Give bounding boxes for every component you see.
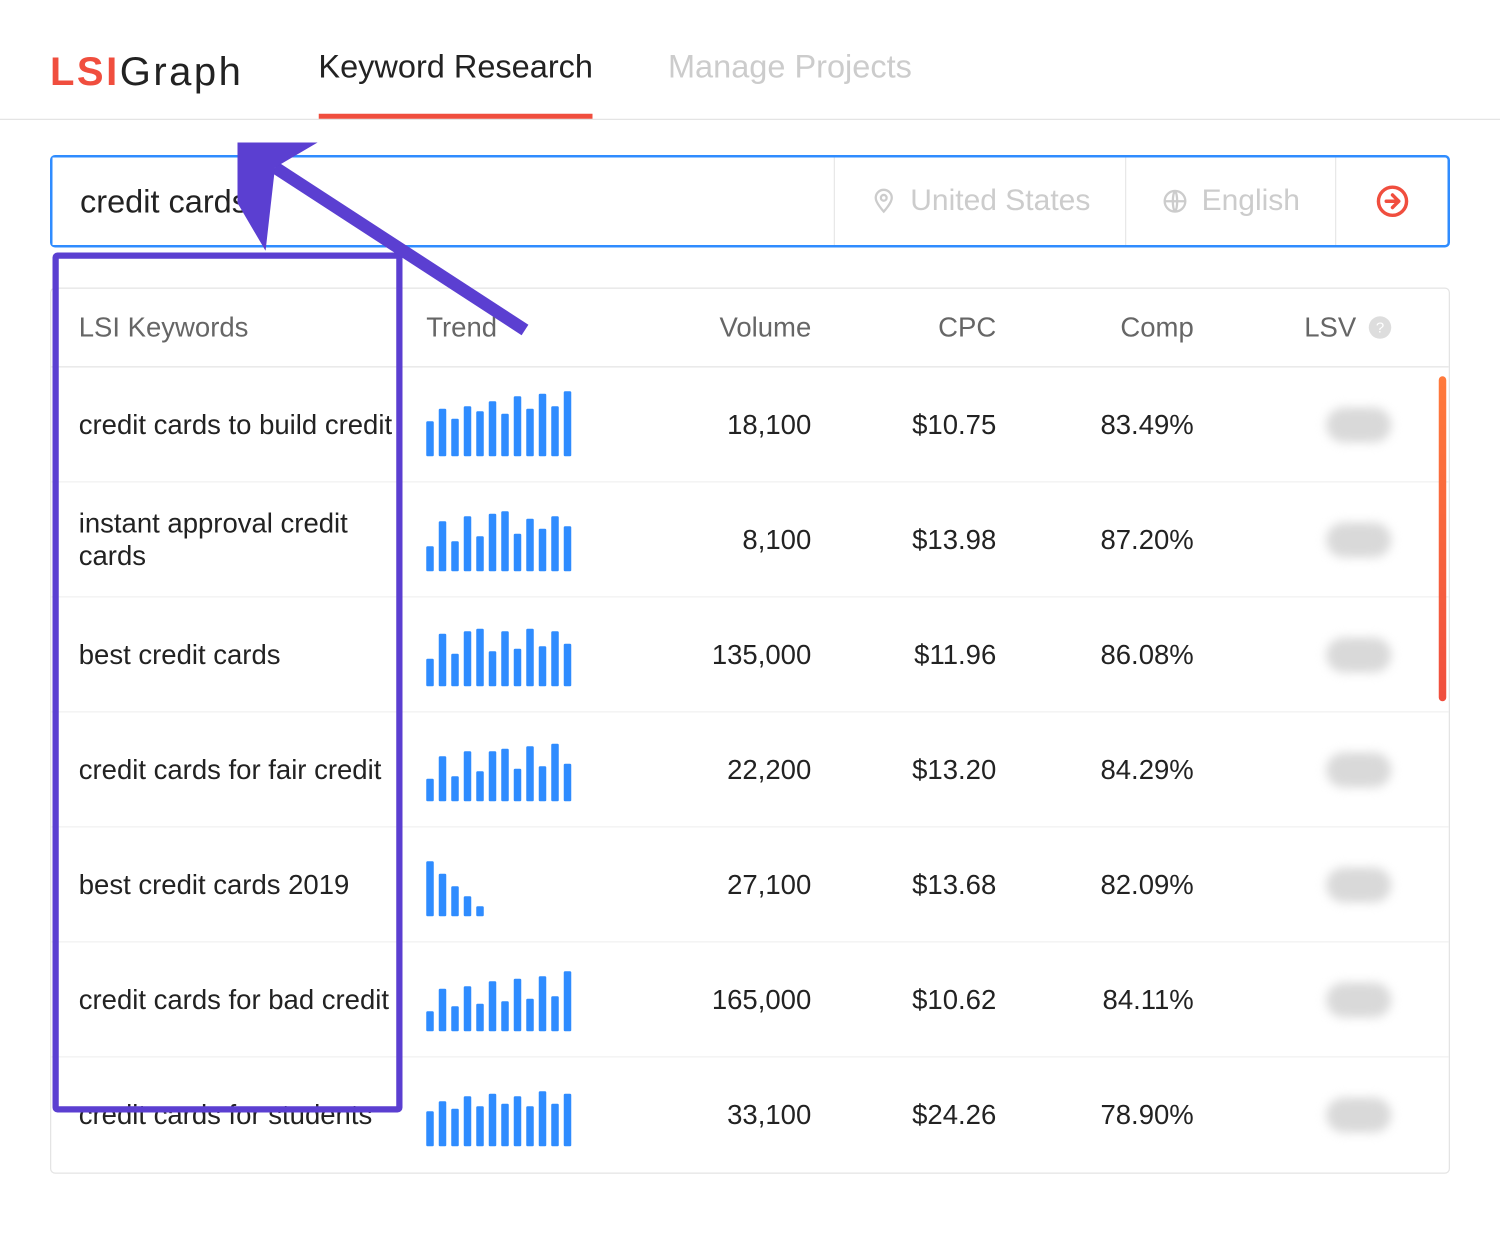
table-row[interactable]: credit cards to build credit 18,100 $10.75… (51, 368, 1449, 483)
cell-volume: 8,100 (624, 523, 812, 556)
table-row[interactable]: credit cards for students 33,100 $24.26 78.… (51, 1058, 1449, 1173)
cell-lsv (1216, 407, 1391, 442)
cell-lsv (1216, 982, 1391, 1017)
th-keywords: LSI Keywords (79, 311, 404, 344)
cell-trend-sparkline (426, 853, 601, 916)
location-pin-icon (870, 188, 898, 216)
scrollbar[interactable] (1439, 376, 1447, 701)
lsv-blurred-value (1326, 867, 1391, 902)
lsv-blurred-value (1326, 1098, 1391, 1133)
cell-comp: 84.11% (1019, 983, 1194, 1016)
cell-lsv (1216, 1098, 1391, 1133)
th-trend: Trend (426, 311, 601, 344)
cell-keyword: credit cards for students (79, 1099, 404, 1132)
cell-lsv (1216, 637, 1391, 672)
country-select[interactable]: United States (834, 158, 1125, 246)
cell-keyword: instant approval credit cards (79, 507, 404, 572)
country-label: United States (910, 184, 1090, 219)
lsv-blurred-value (1326, 522, 1391, 557)
cell-keyword: best credit cards 2019 (79, 868, 404, 901)
th-lsv: LSV ? (1216, 311, 1391, 344)
lsv-blurred-value (1326, 407, 1391, 442)
table-row[interactable]: instant approval credit cards 8,100 $13.98… (51, 483, 1449, 598)
cell-trend-sparkline (426, 508, 601, 571)
cell-comp: 83.49% (1019, 408, 1194, 441)
app-logo: LSI Graph (50, 49, 243, 95)
table-row[interactable]: best credit cards 135,000 $11.96 86.08% (51, 598, 1449, 713)
cell-keyword: credit cards for fair credit (79, 753, 404, 786)
logo-suffix: Graph (120, 49, 244, 95)
cell-keyword: best credit cards (79, 638, 404, 671)
cell-keyword: credit cards for bad credit (79, 983, 404, 1016)
main-content: United States English LSI Keywords Trend… (0, 120, 1500, 1174)
cell-comp: 86.08% (1019, 638, 1194, 671)
lsv-blurred-value (1326, 982, 1391, 1017)
cell-volume: 135,000 (624, 638, 812, 671)
lsv-blurred-value (1326, 752, 1391, 787)
app-header: LSI Graph Keyword Research Manage Projec… (0, 0, 1500, 120)
lsv-blurred-value (1326, 637, 1391, 672)
table-row[interactable]: best credit cards 2019 27,100 $13.68 82.09% (51, 828, 1449, 943)
cell-comp: 84.29% (1019, 753, 1194, 786)
th-comp: Comp (1019, 311, 1194, 344)
cell-cpc: $13.98 (834, 523, 997, 556)
cell-cpc: $24.26 (834, 1099, 997, 1132)
tab-keyword-research[interactable]: Keyword Research (318, 25, 593, 119)
cell-comp: 78.90% (1019, 1099, 1194, 1132)
cell-cpc: $13.68 (834, 868, 997, 901)
table-header-row: LSI Keywords Trend Volume CPC Comp LSV ? (51, 289, 1449, 368)
cell-cpc: $13.20 (834, 753, 997, 786)
cell-lsv (1216, 522, 1391, 557)
cell-volume: 18,100 (624, 408, 812, 441)
cell-trend-sparkline (426, 1084, 601, 1147)
cell-volume: 33,100 (624, 1099, 812, 1132)
search-bar: United States English (50, 155, 1450, 248)
results-table: LSI Keywords Trend Volume CPC Comp LSV ?… (50, 288, 1450, 1174)
cell-cpc: $10.75 (834, 408, 997, 441)
cell-lsv (1216, 752, 1391, 787)
cell-trend-sparkline (426, 968, 601, 1031)
cell-lsv (1216, 867, 1391, 902)
cell-trend-sparkline (426, 393, 601, 456)
cell-trend-sparkline (426, 738, 601, 801)
table-row[interactable]: credit cards for bad credit 165,000 $10.62… (51, 943, 1449, 1058)
th-volume: Volume (624, 311, 812, 344)
cell-volume: 165,000 (624, 983, 812, 1016)
language-label: English (1202, 184, 1300, 219)
cell-comp: 82.09% (1019, 868, 1194, 901)
table-body: credit cards to build credit 18,100 $10.75… (51, 368, 1449, 1173)
globe-icon (1162, 188, 1190, 216)
submit-arrow-icon (1373, 183, 1411, 221)
help-icon[interactable]: ? (1369, 316, 1392, 339)
keyword-input[interactable] (53, 158, 834, 246)
cell-cpc: $11.96 (834, 638, 997, 671)
th-lsv-label: LSV (1304, 311, 1356, 344)
cell-comp: 87.20% (1019, 523, 1194, 556)
tab-manage-projects[interactable]: Manage Projects (668, 25, 912, 119)
search-submit-button[interactable] (1335, 158, 1448, 246)
logo-prefix: LSI (50, 49, 120, 95)
th-cpc: CPC (834, 311, 997, 344)
cell-volume: 22,200 (624, 753, 812, 786)
language-select[interactable]: English (1125, 158, 1335, 246)
table-row[interactable]: credit cards for fair credit 22,200 $13.20… (51, 713, 1449, 828)
cell-keyword: credit cards to build credit (79, 408, 404, 441)
cell-cpc: $10.62 (834, 983, 997, 1016)
cell-volume: 27,100 (624, 868, 812, 901)
cell-trend-sparkline (426, 623, 601, 686)
